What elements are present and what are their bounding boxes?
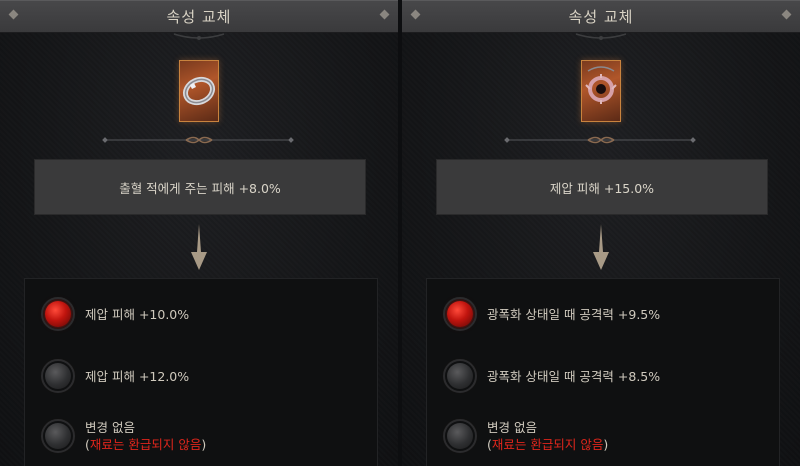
- current-affix-box: 출혈 적에게 주는 피해 +8.0%: [34, 159, 366, 215]
- affix-panel-right: 속성 교체 제압 피해 +15.0% 광폭화 상태일 때 공격력 +9.5% 광…: [402, 0, 800, 466]
- option-label: 제압 피해 +10.0%: [85, 306, 190, 322]
- diamond-ornament-icon: [781, 9, 792, 20]
- reroll-options-list: 제압 피해 +10.0% 제압 피해 +12.0% 변경 없음 (재료는 환급되…: [24, 278, 378, 466]
- selected-orb-icon: [443, 297, 477, 331]
- option-label: 제압 피해 +12.0%: [85, 368, 190, 384]
- reroll-option-1[interactable]: 제압 피해 +10.0%: [41, 297, 190, 331]
- arrow-down-icon: [593, 224, 609, 270]
- unselected-orb-icon: [41, 359, 75, 393]
- current-affix-text: 출혈 적에게 주는 피해 +8.0%: [119, 180, 281, 196]
- amulet-icon[interactable]: [581, 60, 621, 122]
- arrow-down-icon: [191, 224, 207, 270]
- option-label-block: 변경 없음 (재료는 환급되지 않음): [85, 419, 206, 453]
- current-affix-text: 제압 피해 +15.0%: [549, 180, 655, 196]
- flourish-ornament-icon: [173, 33, 225, 40]
- reroll-option-no-change[interactable]: 변경 없음 (재료는 환급되지 않음): [443, 419, 608, 453]
- divider: [102, 136, 294, 144]
- unselected-orb-icon: [443, 359, 477, 393]
- option-label-block: 변경 없음 (재료는 환급되지 않음): [487, 419, 608, 453]
- affix-reroll-screen: 속성 교체 출혈 적에게 주는 피해 +8.0% 제압 피해 +10.0% 제압…: [0, 0, 800, 466]
- diamond-ornament-icon: [410, 9, 421, 20]
- ring-icon[interactable]: [179, 60, 219, 122]
- affix-panel-left: 속성 교체 출혈 적에게 주는 피해 +8.0% 제압 피해 +10.0% 제압…: [0, 0, 398, 466]
- reroll-option-2[interactable]: 제압 피해 +12.0%: [41, 359, 190, 393]
- unselected-orb-icon: [41, 419, 75, 453]
- option-label: 광폭화 상태일 때 공격력 +9.5%: [487, 306, 661, 322]
- panel-title-bar: 속성 교체: [0, 0, 398, 33]
- reroll-option-2[interactable]: 광폭화 상태일 때 공격력 +8.5%: [443, 359, 661, 393]
- flourish-ornament-icon: [575, 33, 627, 40]
- panel-title: 속성 교체: [166, 7, 232, 26]
- refund-warning: (재료는 환급되지 않음): [85, 437, 207, 452]
- reroll-option-1[interactable]: 광폭화 상태일 때 공격력 +9.5%: [443, 297, 661, 331]
- divider: [504, 136, 696, 144]
- unselected-orb-icon: [443, 419, 477, 453]
- option-label: 광폭화 상태일 때 공격력 +8.5%: [487, 368, 661, 384]
- reroll-option-no-change[interactable]: 변경 없음 (재료는 환급되지 않음): [41, 419, 206, 453]
- panel-title-bar: 속성 교체: [402, 0, 800, 33]
- reroll-options-list: 광폭화 상태일 때 공격력 +9.5% 광폭화 상태일 때 공격력 +8.5% …: [426, 278, 780, 466]
- panel-title: 속성 교체: [568, 7, 634, 26]
- diamond-ornament-icon: [8, 9, 19, 20]
- option-label: 변경 없음: [487, 420, 537, 435]
- current-affix-box: 제압 피해 +15.0%: [436, 159, 768, 215]
- refund-warning: (재료는 환급되지 않음): [487, 437, 609, 452]
- option-label: 변경 없음: [85, 420, 135, 435]
- diamond-ornament-icon: [379, 9, 390, 20]
- selected-orb-icon: [41, 297, 75, 331]
